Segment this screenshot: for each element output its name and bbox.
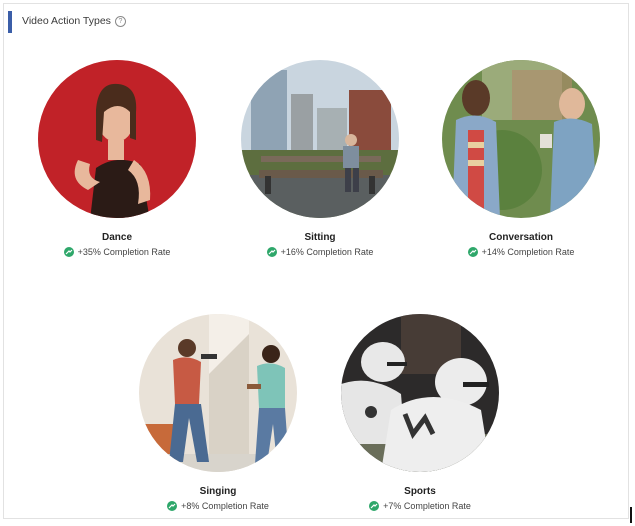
tile-stat-row: +35% Completion Rate bbox=[17, 247, 217, 257]
tile-label: Sports bbox=[404, 486, 436, 497]
trend-up-icon bbox=[63, 247, 74, 257]
trend-up-icon bbox=[266, 247, 277, 257]
tile-conversation[interactable]: Conversation +14% Completion Rate bbox=[421, 60, 621, 257]
tile-stat: +35% Completion Rate bbox=[77, 247, 171, 257]
tile-label: Dance bbox=[101, 232, 132, 243]
tile-sitting[interactable]: Sitting +16% Completion Rate bbox=[220, 60, 420, 257]
tile-stat-row: +16% Completion Rate bbox=[220, 247, 420, 257]
singing-thumbnail[interactable] bbox=[139, 314, 297, 472]
header-accent-bar bbox=[8, 11, 12, 33]
tile-dance[interactable]: Dance +35% Completion Rate bbox=[17, 60, 217, 257]
tile-stat: +8% Completion Rate bbox=[181, 501, 269, 511]
tile-stat-row: +14% Completion Rate bbox=[421, 247, 621, 257]
card-title: Video Action Types bbox=[22, 15, 111, 27]
trend-up-icon bbox=[467, 247, 478, 257]
video-action-types-card: Video Action Types ? Dance +35% Completi… bbox=[3, 3, 629, 519]
text-cursor bbox=[630, 507, 632, 523]
tile-stat: +16% Completion Rate bbox=[280, 247, 374, 257]
tile-label: Singing bbox=[199, 486, 237, 497]
conversation-thumbnail[interactable] bbox=[442, 60, 600, 218]
tile-stat-row: +7% Completion Rate bbox=[320, 501, 520, 511]
tile-stat: +7% Completion Rate bbox=[383, 501, 471, 511]
help-icon[interactable]: ? bbox=[114, 15, 126, 27]
tile-label: Sitting bbox=[304, 232, 336, 243]
tile-stat: +14% Completion Rate bbox=[481, 247, 575, 257]
card-header: Video Action Types ? bbox=[22, 15, 126, 27]
tile-stat-row: +8% Completion Rate bbox=[118, 501, 318, 511]
tile-singing[interactable]: Singing +8% Completion Rate bbox=[118, 314, 318, 511]
trend-up-icon bbox=[167, 501, 178, 511]
tile-label: Conversation bbox=[489, 232, 553, 243]
sitting-thumbnail[interactable] bbox=[241, 60, 399, 218]
sports-thumbnail[interactable] bbox=[341, 314, 499, 472]
dance-thumbnail[interactable] bbox=[38, 60, 196, 218]
tile-sports[interactable]: Sports +7% Completion Rate bbox=[320, 314, 520, 511]
trend-up-icon bbox=[369, 501, 380, 511]
